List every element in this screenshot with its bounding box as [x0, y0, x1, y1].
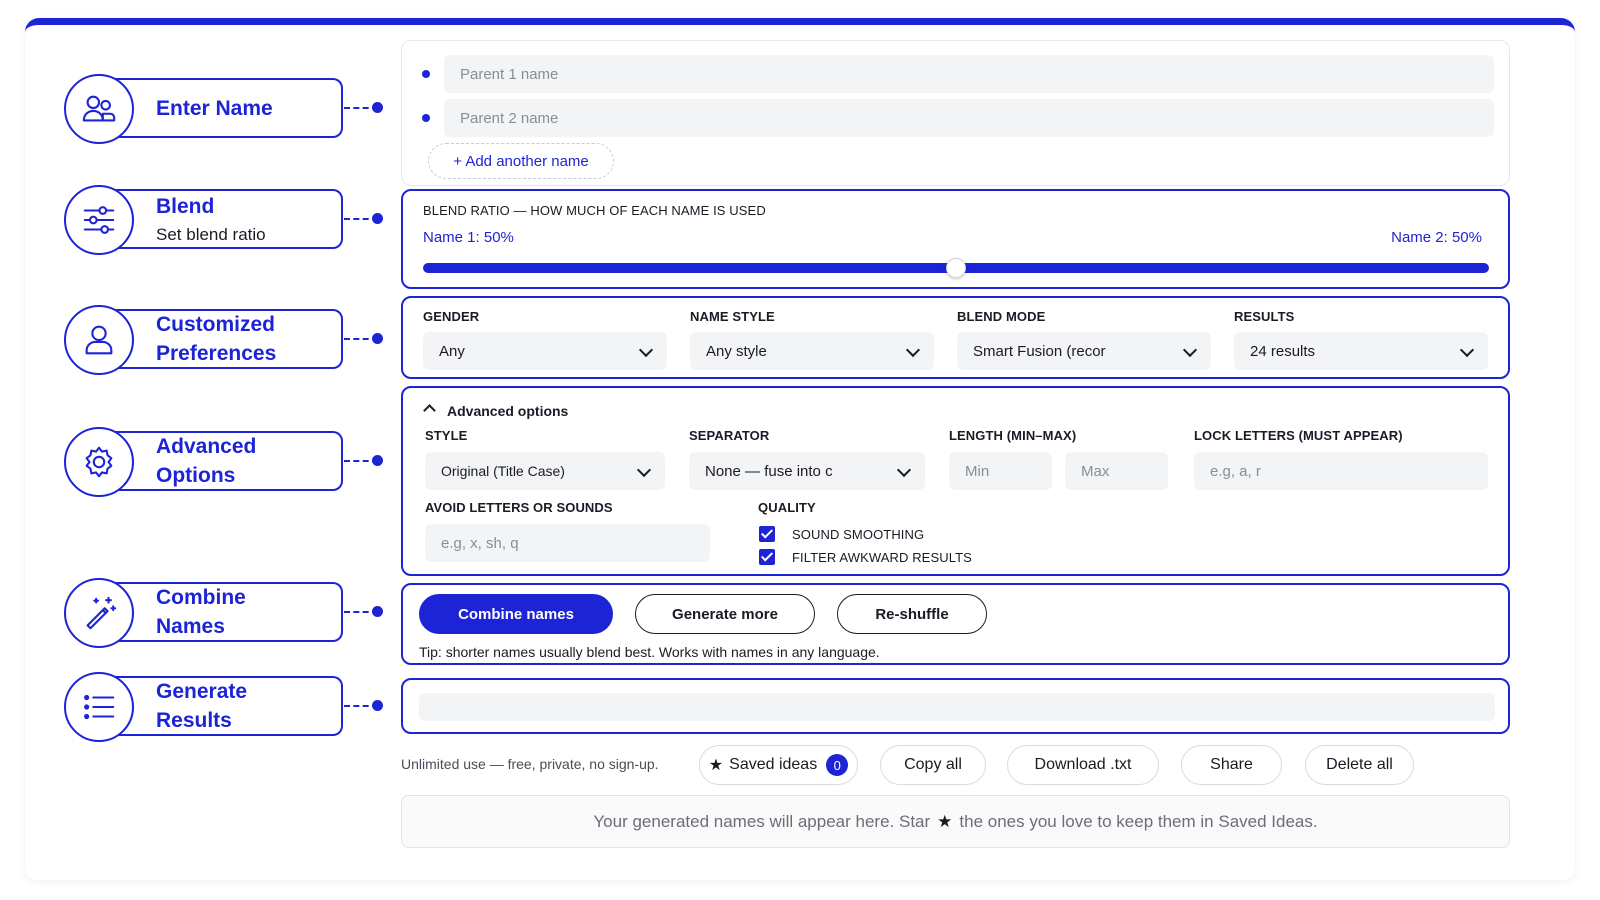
filter-awkward-label: FILTER AWKWARD RESULTS: [792, 550, 972, 565]
step-results: Generate Results: [64, 672, 394, 744]
lock-letters-input[interactable]: e.g, a, r: [1194, 452, 1488, 490]
step-title: Blend: [156, 194, 215, 218]
blend-mode-label: BLEND MODE: [957, 309, 1046, 324]
name1-ratio: Name 1: 50%: [423, 229, 514, 246]
step-title: Combine Names: [156, 586, 246, 638]
connector-dot: [372, 102, 383, 113]
users-icon: [64, 74, 134, 144]
saved-ideas-label: Saved ideas: [729, 756, 818, 773]
step-enter-name: Enter Name: [64, 74, 394, 146]
chevron-down-icon: [636, 462, 652, 478]
star-icon: ★: [708, 757, 724, 774]
connector-dot: [372, 333, 383, 344]
bullet: [422, 70, 430, 78]
connector-dot: [372, 606, 383, 617]
chevron-down-icon: [1182, 342, 1198, 358]
step-title: Customized Preferences: [156, 313, 277, 365]
step-preferences: Customized Preferences: [64, 305, 394, 377]
step-title: Advanced Options: [156, 435, 257, 487]
generate-more-button[interactable]: Generate more: [635, 594, 815, 634]
name2-ratio: Name 2: 50%: [1391, 229, 1482, 246]
separator-select[interactable]: None — fuse into c: [689, 452, 925, 490]
connector-dot: [372, 213, 383, 224]
connector-dot: [372, 455, 383, 466]
share-button[interactable]: Share: [1181, 745, 1282, 785]
quality-label: QUALITY: [758, 500, 816, 515]
lock-letters-label: LOCK LETTERS (MUST APPEAR): [1194, 428, 1403, 443]
length-min-input[interactable]: Min: [949, 452, 1052, 490]
gender-label: GENDER: [423, 309, 480, 324]
magic-wand-icon: [64, 578, 134, 648]
results-label: RESULTS: [1234, 309, 1295, 324]
chevron-down-icon: [638, 342, 654, 358]
style-select[interactable]: Original (Title Case): [425, 452, 665, 490]
step-title: Generate Results: [156, 680, 248, 732]
step-subtitle: Set blend ratio: [156, 224, 266, 244]
reshuffle-button[interactable]: Re-shuffle: [837, 594, 987, 634]
blend-mode-select[interactable]: Smart Fusion (recor: [957, 332, 1211, 370]
name-style-select[interactable]: Any style: [690, 332, 934, 370]
step-combine: Combine Names: [64, 578, 394, 650]
saved-ideas-button[interactable]: ★ Saved ideas 0: [699, 745, 858, 785]
empty-text-end: the ones you love to keep them in Saved …: [959, 811, 1318, 831]
user-icon: [64, 305, 134, 375]
results-select[interactable]: 24 results: [1234, 332, 1488, 370]
star-icon: ★: [937, 811, 953, 831]
tip-text: Tip: shorter names usually blend best. W…: [419, 644, 880, 660]
separator-label: SEPARATOR: [689, 428, 770, 443]
separator-value: None — fuse into c: [705, 462, 833, 480]
style-label: STYLE: [425, 428, 468, 443]
chevron-down-icon: [896, 462, 912, 478]
combine-names-button[interactable]: Combine names: [419, 594, 613, 634]
advanced-panel: Advanced options STYLE Original (Title C…: [401, 386, 1510, 576]
avoid-letters-input[interactable]: e.g, x, sh, q: [425, 524, 710, 562]
bullet: [422, 114, 430, 122]
chevron-down-icon: [905, 342, 921, 358]
chevron-up-icon[interactable]: [423, 404, 436, 417]
length-label: LENGTH (MIN–MAX): [949, 428, 1077, 443]
usage-note: Unlimited use — free, private, no sign-u…: [401, 756, 659, 772]
names-panel: Parent 1 name Parent 2 name + Add anothe…: [401, 40, 1510, 186]
gear-icon: [64, 427, 134, 497]
step-title: Enter Name: [156, 96, 273, 120]
sound-smoothing-label: SOUND SMOOTHING: [792, 527, 925, 542]
connector-dot: [372, 700, 383, 711]
sound-smoothing-checkbox[interactable]: [759, 526, 775, 542]
blend-panel: BLEND RATIO — HOW MUCH OF EACH NAME IS U…: [401, 189, 1510, 289]
gender-select[interactable]: Any: [423, 332, 667, 370]
name-style-value: Any style: [706, 342, 767, 360]
sliders-icon: [64, 185, 134, 255]
actions-panel: Combine names Generate more Re-shuffle T…: [401, 583, 1510, 665]
parent2-input[interactable]: Parent 2 name: [444, 99, 1494, 137]
delete-all-button[interactable]: Delete all: [1305, 745, 1414, 785]
preferences-panel: GENDER Any NAME STYLE Any style BLEND MO…: [401, 296, 1510, 379]
blend-heading: BLEND RATIO — HOW MUCH OF EACH NAME IS U…: [423, 203, 766, 218]
copy-all-button[interactable]: Copy all: [880, 745, 986, 785]
advanced-toggle[interactable]: Advanced options: [447, 403, 568, 419]
results-panel: [401, 678, 1510, 734]
list-icon: [64, 672, 134, 742]
name-style-label: NAME STYLE: [690, 309, 775, 324]
results-bar: [419, 693, 1495, 721]
add-name-button[interactable]: + Add another name: [428, 143, 614, 179]
chevron-down-icon: [1459, 342, 1475, 358]
parent1-input[interactable]: Parent 1 name: [444, 55, 1494, 93]
step-advanced: Advanced Options: [64, 427, 394, 499]
download-txt-button[interactable]: Download .txt: [1007, 745, 1159, 785]
empty-text-start: Your generated names will appear here. S…: [593, 811, 931, 831]
saved-count-badge: 0: [826, 754, 849, 776]
blend-mode-value: Smart Fusion (recor: [973, 342, 1106, 360]
gender-value: Any: [439, 342, 465, 360]
step-blend: Blend Set blend ratio: [64, 185, 394, 257]
results-value: 24 results: [1250, 342, 1316, 360]
avoid-label: AVOID LETTERS OR SOUNDS: [425, 500, 613, 515]
length-max-input[interactable]: Max: [1065, 452, 1168, 490]
filter-awkward-checkbox[interactable]: [759, 549, 775, 565]
style-value: Original (Title Case): [441, 463, 565, 479]
blend-slider-thumb[interactable]: [946, 258, 966, 278]
empty-state: Your generated names will appear here. S…: [401, 795, 1510, 848]
